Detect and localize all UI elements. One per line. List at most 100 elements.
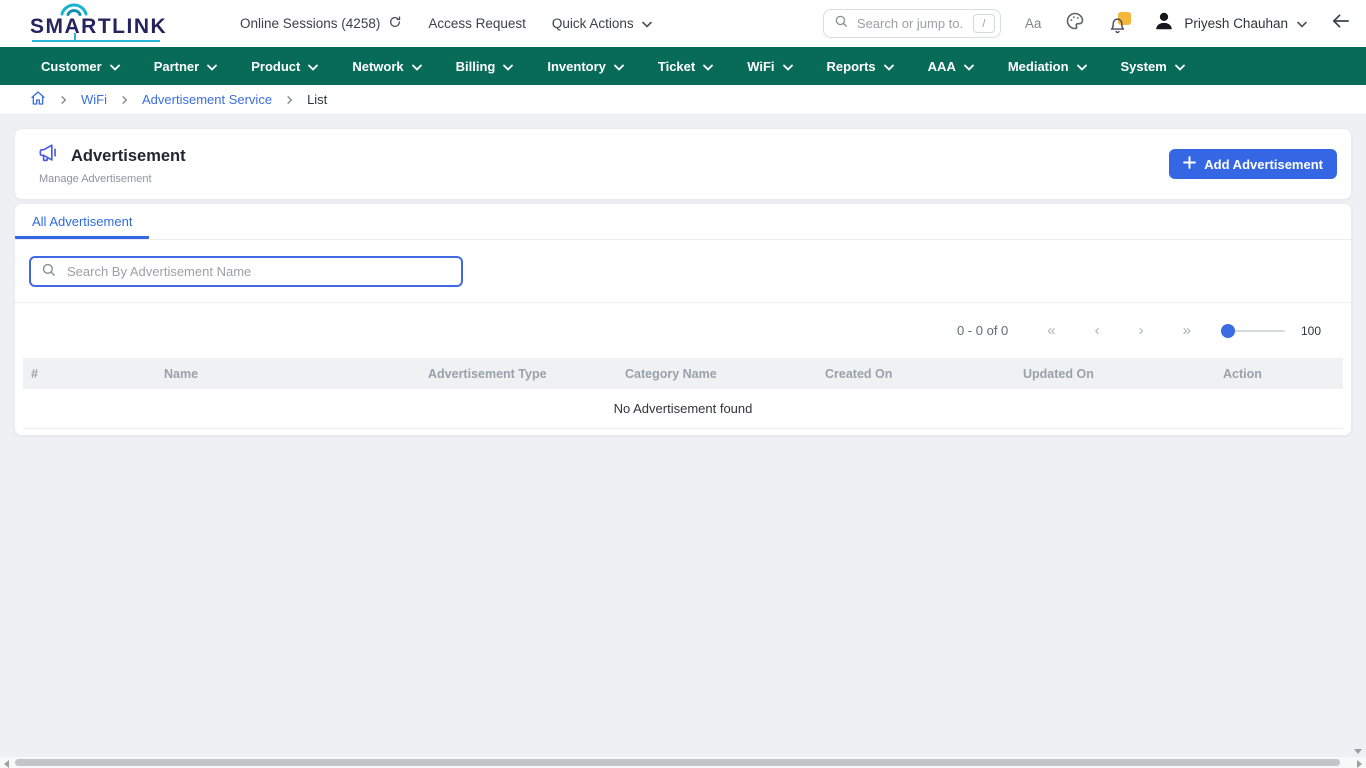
nav-label: AAA (928, 59, 956, 74)
chevron-down-icon (308, 59, 318, 74)
list-search-section (15, 240, 1351, 303)
refresh-icon[interactable] (388, 15, 402, 32)
chevron-down-icon (614, 59, 624, 74)
chevron-down-icon (1297, 15, 1307, 33)
chevron-right-icon (120, 95, 129, 105)
chevron-down-icon (503, 59, 513, 74)
chevron-down-icon (1175, 59, 1185, 74)
nav-label: Inventory (547, 59, 606, 74)
nav-item-mediation[interactable]: Mediation (1008, 59, 1087, 74)
page-header-card: Advertisement Manage Advertisement Add A… (14, 128, 1352, 200)
quick-actions-label: Quick Actions (552, 16, 634, 31)
megaphone-icon (39, 143, 61, 169)
nav-label: Reports (827, 59, 876, 74)
advertisement-search-box[interactable] (29, 256, 463, 287)
chevron-down-icon (783, 59, 793, 74)
slider-knob[interactable] (1221, 324, 1235, 338)
column-header-index: # (31, 367, 164, 381)
logo-text: SMARTLINK (30, 15, 167, 39)
nav-label: Mediation (1008, 59, 1069, 74)
scroll-left-arrow-icon[interactable] (4, 760, 9, 768)
add-advertisement-label: Add Advertisement (1204, 157, 1323, 172)
search-icon (41, 262, 56, 282)
nav-label: WiFi (747, 59, 774, 74)
smartlink-logo[interactable]: SMARTLINK (16, 4, 188, 44)
nav-item-wifi[interactable]: WiFi (747, 59, 792, 74)
chevron-right-icon (285, 95, 294, 105)
access-request-link[interactable]: Access Request (428, 16, 526, 31)
advertisement-table: # Name Advertisement Type Category Name … (23, 358, 1343, 429)
scroll-down-arrow-icon[interactable] (1354, 749, 1362, 754)
pagination: 0 - 0 of 0 « ‹ › » 100 (15, 303, 1351, 350)
last-page-button[interactable]: » (1183, 323, 1191, 338)
page-subtitle: Manage Advertisement (39, 173, 186, 185)
nav-label: Customer (41, 59, 102, 74)
breadcrumb-link-wifi[interactable]: WiFi (81, 92, 107, 107)
logo-underline (32, 40, 160, 42)
empty-state-message: No Advertisement found (23, 389, 1343, 429)
global-search[interactable]: / (823, 9, 1001, 38)
access-request-label: Access Request (428, 16, 526, 31)
nav-label: Ticket (658, 59, 695, 74)
next-page-button[interactable]: › (1139, 323, 1144, 338)
column-header-updated-on: Updated On (1023, 367, 1223, 381)
nav-item-billing[interactable]: Billing (456, 59, 514, 74)
chevron-down-icon (964, 59, 974, 74)
nav-item-product[interactable]: Product (251, 59, 318, 74)
chevron-right-icon (59, 95, 68, 105)
avatar (1153, 10, 1175, 37)
nav-label: Product (251, 59, 300, 74)
add-advertisement-button[interactable]: Add Advertisement (1169, 149, 1337, 179)
nav-item-network[interactable]: Network (352, 59, 421, 74)
quick-actions-menu[interactable]: Quick Actions (552, 16, 652, 31)
chevron-down-icon (412, 59, 422, 74)
nav-item-reports[interactable]: Reports (827, 59, 894, 74)
nav-item-aaa[interactable]: AAA (928, 59, 974, 74)
advertisement-list-card: All Advertisement 0 - 0 of 0 « ‹ › » (14, 203, 1352, 436)
column-header-name: Name (164, 367, 428, 381)
chevron-down-icon (110, 59, 120, 74)
user-name: Priyesh Chauhan (1184, 16, 1288, 31)
nav-item-ticket[interactable]: Ticket (658, 59, 713, 74)
advertisement-search-input[interactable] (65, 263, 451, 280)
prev-page-button[interactable]: ‹ (1095, 323, 1100, 338)
first-page-button[interactable]: « (1047, 323, 1055, 338)
breadcrumb: WiFi Advertisement Service List (0, 85, 1366, 115)
nav-item-customer[interactable]: Customer (41, 59, 120, 74)
horizontal-scrollbar-thumb[interactable] (15, 759, 1340, 766)
theme-palette-icon[interactable] (1065, 11, 1085, 36)
pagination-range: 0 - 0 of 0 (957, 323, 1008, 338)
chevron-down-icon (1077, 59, 1087, 74)
tab-all-advertisement[interactable]: All Advertisement (15, 204, 149, 239)
nav-label: Billing (456, 59, 496, 74)
main-nav: Customer Partner Product Network Billing… (0, 47, 1366, 85)
page-title: Advertisement (71, 147, 186, 166)
search-icon (834, 14, 848, 33)
chevron-down-icon (642, 16, 652, 31)
online-sessions-label: Online Sessions (4258) (240, 16, 380, 31)
nav-item-inventory[interactable]: Inventory (547, 59, 624, 74)
breadcrumb-current: List (307, 92, 327, 107)
notifications-bell-icon[interactable] (1109, 14, 1129, 34)
chevron-down-icon (207, 59, 217, 74)
chevron-down-icon (703, 59, 713, 74)
column-header-category-name: Category Name (625, 367, 825, 381)
page-size-slider[interactable] (1221, 330, 1285, 332)
nav-item-system[interactable]: System (1121, 59, 1185, 74)
table-header-row: # Name Advertisement Type Category Name … (23, 358, 1343, 389)
online-sessions[interactable]: Online Sessions (4258) (240, 15, 402, 32)
font-size-toggle[interactable]: Aa (1025, 16, 1042, 31)
global-search-input[interactable] (855, 15, 966, 32)
nav-item-partner[interactable]: Partner (154, 59, 218, 74)
back-arrow-icon[interactable] (1331, 13, 1350, 34)
column-header-created-on: Created On (825, 367, 1023, 381)
scroll-right-arrow-icon[interactable] (1357, 760, 1362, 768)
user-menu[interactable]: Priyesh Chauhan (1153, 10, 1307, 37)
column-header-advertisement-type: Advertisement Type (428, 367, 625, 381)
breadcrumb-link-advertisement-service[interactable]: Advertisement Service (142, 92, 272, 107)
horizontal-scrollbar[interactable] (0, 757, 1366, 768)
nav-label: System (1121, 59, 1167, 74)
shortcut-badge: / (973, 14, 995, 33)
main-content: Advertisement Manage Advertisement Add A… (0, 115, 1366, 436)
home-icon[interactable] (30, 90, 46, 109)
